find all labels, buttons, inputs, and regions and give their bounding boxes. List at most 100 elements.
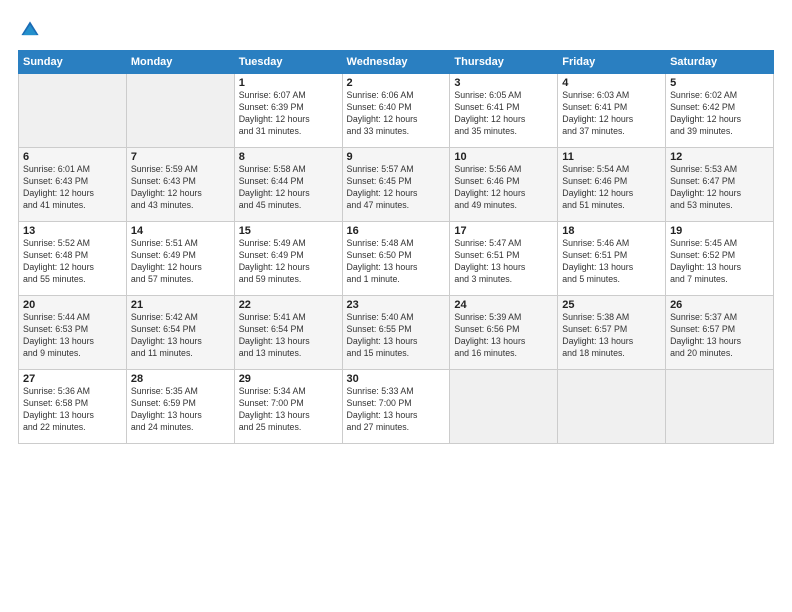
week-row-4: 20Sunrise: 5:44 AM Sunset: 6:53 PM Dayli… [19, 296, 774, 370]
calendar-cell: 12Sunrise: 5:53 AM Sunset: 6:47 PM Dayli… [666, 148, 774, 222]
day-number: 28 [131, 373, 230, 385]
page-header [18, 18, 774, 42]
day-header-sunday: Sunday [19, 51, 127, 74]
week-row-1: 1Sunrise: 6:07 AM Sunset: 6:39 PM Daylig… [19, 74, 774, 148]
calendar-cell: 4Sunrise: 6:03 AM Sunset: 6:41 PM Daylig… [558, 74, 666, 148]
day-number: 18 [562, 225, 661, 237]
calendar-cell: 21Sunrise: 5:42 AM Sunset: 6:54 PM Dayli… [126, 296, 234, 370]
calendar-table: SundayMondayTuesdayWednesdayThursdayFrid… [18, 50, 774, 444]
day-number: 26 [670, 299, 769, 311]
calendar-cell: 6Sunrise: 6:01 AM Sunset: 6:43 PM Daylig… [19, 148, 127, 222]
day-header-monday: Monday [126, 51, 234, 74]
calendar-cell: 18Sunrise: 5:46 AM Sunset: 6:51 PM Dayli… [558, 222, 666, 296]
calendar-cell: 19Sunrise: 5:45 AM Sunset: 6:52 PM Dayli… [666, 222, 774, 296]
calendar-cell: 13Sunrise: 5:52 AM Sunset: 6:48 PM Dayli… [19, 222, 127, 296]
day-number: 11 [562, 151, 661, 163]
calendar-cell: 8Sunrise: 5:58 AM Sunset: 6:44 PM Daylig… [234, 148, 342, 222]
day-number: 29 [239, 373, 338, 385]
calendar-cell: 22Sunrise: 5:41 AM Sunset: 6:54 PM Dayli… [234, 296, 342, 370]
day-number: 30 [347, 373, 446, 385]
day-number: 1 [239, 77, 338, 89]
calendar-cell: 25Sunrise: 5:38 AM Sunset: 6:57 PM Dayli… [558, 296, 666, 370]
day-header-thursday: Thursday [450, 51, 558, 74]
logo-icon [18, 18, 42, 42]
calendar-cell: 3Sunrise: 6:05 AM Sunset: 6:41 PM Daylig… [450, 74, 558, 148]
day-info: Sunrise: 5:47 AM Sunset: 6:51 PM Dayligh… [454, 238, 553, 286]
day-info: Sunrise: 5:48 AM Sunset: 6:50 PM Dayligh… [347, 238, 446, 286]
day-info: Sunrise: 5:37 AM Sunset: 6:57 PM Dayligh… [670, 312, 769, 360]
day-info: Sunrise: 5:57 AM Sunset: 6:45 PM Dayligh… [347, 164, 446, 212]
day-info: Sunrise: 5:59 AM Sunset: 6:43 PM Dayligh… [131, 164, 230, 212]
calendar-cell: 30Sunrise: 5:33 AM Sunset: 7:00 PM Dayli… [342, 370, 450, 444]
day-number: 21 [131, 299, 230, 311]
day-info: Sunrise: 5:49 AM Sunset: 6:49 PM Dayligh… [239, 238, 338, 286]
day-info: Sunrise: 5:46 AM Sunset: 6:51 PM Dayligh… [562, 238, 661, 286]
day-info: Sunrise: 5:42 AM Sunset: 6:54 PM Dayligh… [131, 312, 230, 360]
day-number: 2 [347, 77, 446, 89]
day-info: Sunrise: 5:44 AM Sunset: 6:53 PM Dayligh… [23, 312, 122, 360]
day-info: Sunrise: 6:01 AM Sunset: 6:43 PM Dayligh… [23, 164, 122, 212]
calendar-cell: 27Sunrise: 5:36 AM Sunset: 6:58 PM Dayli… [19, 370, 127, 444]
day-info: Sunrise: 5:54 AM Sunset: 6:46 PM Dayligh… [562, 164, 661, 212]
week-row-5: 27Sunrise: 5:36 AM Sunset: 6:58 PM Dayli… [19, 370, 774, 444]
calendar-cell: 24Sunrise: 5:39 AM Sunset: 6:56 PM Dayli… [450, 296, 558, 370]
day-info: Sunrise: 5:34 AM Sunset: 7:00 PM Dayligh… [239, 386, 338, 434]
day-number: 25 [562, 299, 661, 311]
day-info: Sunrise: 5:38 AM Sunset: 6:57 PM Dayligh… [562, 312, 661, 360]
day-info: Sunrise: 5:53 AM Sunset: 6:47 PM Dayligh… [670, 164, 769, 212]
day-number: 20 [23, 299, 122, 311]
day-number: 19 [670, 225, 769, 237]
day-info: Sunrise: 5:56 AM Sunset: 6:46 PM Dayligh… [454, 164, 553, 212]
calendar-cell: 2Sunrise: 6:06 AM Sunset: 6:40 PM Daylig… [342, 74, 450, 148]
day-info: Sunrise: 5:36 AM Sunset: 6:58 PM Dayligh… [23, 386, 122, 434]
day-header-tuesday: Tuesday [234, 51, 342, 74]
week-row-2: 6Sunrise: 6:01 AM Sunset: 6:43 PM Daylig… [19, 148, 774, 222]
day-number: 8 [239, 151, 338, 163]
day-header-friday: Friday [558, 51, 666, 74]
day-number: 10 [454, 151, 553, 163]
day-number: 27 [23, 373, 122, 385]
day-info: Sunrise: 6:07 AM Sunset: 6:39 PM Dayligh… [239, 90, 338, 138]
calendar-cell: 14Sunrise: 5:51 AM Sunset: 6:49 PM Dayli… [126, 222, 234, 296]
calendar-cell: 29Sunrise: 5:34 AM Sunset: 7:00 PM Dayli… [234, 370, 342, 444]
calendar-cell: 26Sunrise: 5:37 AM Sunset: 6:57 PM Dayli… [666, 296, 774, 370]
calendar-cell: 5Sunrise: 6:02 AM Sunset: 6:42 PM Daylig… [666, 74, 774, 148]
calendar-cell: 9Sunrise: 5:57 AM Sunset: 6:45 PM Daylig… [342, 148, 450, 222]
day-header-saturday: Saturday [666, 51, 774, 74]
calendar-cell: 23Sunrise: 5:40 AM Sunset: 6:55 PM Dayli… [342, 296, 450, 370]
day-number: 6 [23, 151, 122, 163]
calendar-cell: 28Sunrise: 5:35 AM Sunset: 6:59 PM Dayli… [126, 370, 234, 444]
calendar-cell: 17Sunrise: 5:47 AM Sunset: 6:51 PM Dayli… [450, 222, 558, 296]
calendar-cell [666, 370, 774, 444]
header-row: SundayMondayTuesdayWednesdayThursdayFrid… [19, 51, 774, 74]
day-number: 16 [347, 225, 446, 237]
calendar-cell: 15Sunrise: 5:49 AM Sunset: 6:49 PM Dayli… [234, 222, 342, 296]
day-number: 17 [454, 225, 553, 237]
calendar-cell [126, 74, 234, 148]
calendar-cell [450, 370, 558, 444]
day-info: Sunrise: 5:33 AM Sunset: 7:00 PM Dayligh… [347, 386, 446, 434]
day-info: Sunrise: 5:40 AM Sunset: 6:55 PM Dayligh… [347, 312, 446, 360]
day-header-wednesday: Wednesday [342, 51, 450, 74]
day-info: Sunrise: 5:51 AM Sunset: 6:49 PM Dayligh… [131, 238, 230, 286]
day-info: Sunrise: 6:05 AM Sunset: 6:41 PM Dayligh… [454, 90, 553, 138]
calendar-cell [19, 74, 127, 148]
day-number: 7 [131, 151, 230, 163]
calendar-cell: 10Sunrise: 5:56 AM Sunset: 6:46 PM Dayli… [450, 148, 558, 222]
calendar-cell: 11Sunrise: 5:54 AM Sunset: 6:46 PM Dayli… [558, 148, 666, 222]
day-info: Sunrise: 5:52 AM Sunset: 6:48 PM Dayligh… [23, 238, 122, 286]
day-number: 24 [454, 299, 553, 311]
logo [18, 18, 48, 42]
calendar-cell: 1Sunrise: 6:07 AM Sunset: 6:39 PM Daylig… [234, 74, 342, 148]
day-info: Sunrise: 5:35 AM Sunset: 6:59 PM Dayligh… [131, 386, 230, 434]
day-number: 22 [239, 299, 338, 311]
day-info: Sunrise: 6:03 AM Sunset: 6:41 PM Dayligh… [562, 90, 661, 138]
calendar-cell [558, 370, 666, 444]
day-info: Sunrise: 6:06 AM Sunset: 6:40 PM Dayligh… [347, 90, 446, 138]
calendar-cell: 7Sunrise: 5:59 AM Sunset: 6:43 PM Daylig… [126, 148, 234, 222]
day-info: Sunrise: 6:02 AM Sunset: 6:42 PM Dayligh… [670, 90, 769, 138]
day-info: Sunrise: 5:39 AM Sunset: 6:56 PM Dayligh… [454, 312, 553, 360]
day-number: 12 [670, 151, 769, 163]
calendar-cell: 20Sunrise: 5:44 AM Sunset: 6:53 PM Dayli… [19, 296, 127, 370]
day-info: Sunrise: 5:58 AM Sunset: 6:44 PM Dayligh… [239, 164, 338, 212]
